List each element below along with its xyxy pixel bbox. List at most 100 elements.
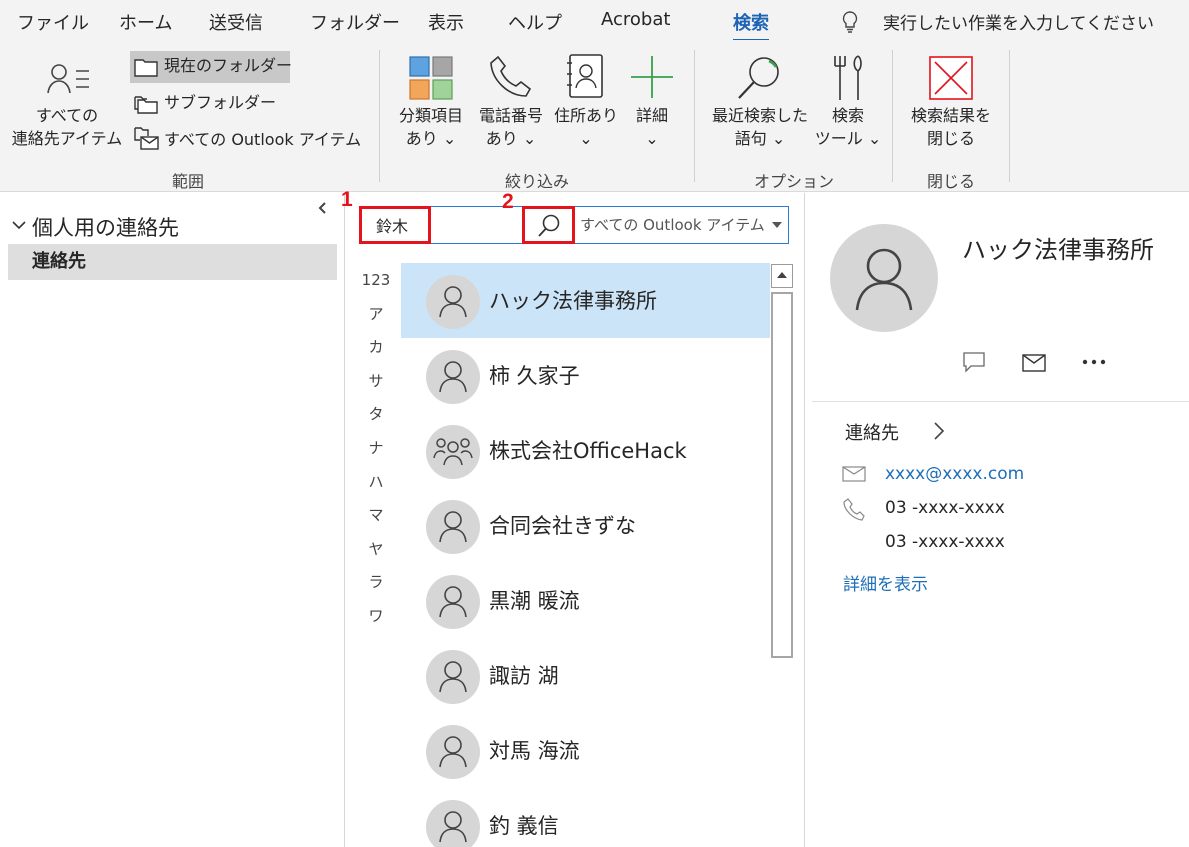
index-ha[interactable]: ハ (356, 470, 396, 504)
tab-file[interactable]: ファイル (17, 9, 89, 35)
tab-send-receive[interactable]: 送受信 (209, 9, 263, 35)
index-na[interactable]: ナ (356, 436, 396, 470)
all-contact-items-button[interactable]: すべての 連絡先アイテム (6, 58, 128, 158)
close-search-label-2: 閉じる (926, 129, 975, 148)
chevron-down-icon (12, 221, 26, 230)
index-ta[interactable]: タ (356, 402, 396, 436)
search-scope-dropdown[interactable]: すべての Outlook アイテム (580, 207, 788, 243)
tools-icon (834, 55, 862, 100)
search-bar: すべての Outlook アイテム (359, 206, 789, 244)
pane-divider (804, 193, 805, 847)
mail-icon[interactable] (1022, 354, 1046, 372)
has-address-button[interactable]: 住所あり ⌄ (550, 52, 622, 152)
collapse-pane-icon[interactable] (317, 201, 329, 215)
close-search-icon (929, 56, 973, 100)
tell-me-text: 実行したい作業を入力してください (883, 14, 1154, 34)
all-contacts-label-2: 連絡先アイテム (11, 129, 123, 148)
scope-current-label: 現在のフォルダー (164, 56, 293, 75)
folder-item-contacts[interactable]: 連絡先 (8, 244, 337, 280)
contact-row[interactable]: 諏訪 湖 (401, 638, 770, 713)
contact-list: ハック法律事務所 柿 久家子 株式会社OfficeHack 合同会社きずな 黒潮… (401, 263, 770, 847)
more-button[interactable]: 詳細 ⌄ (622, 52, 682, 152)
address-book-icon (567, 54, 603, 98)
all-contacts-label-1: すべての (35, 106, 99, 125)
contact-name: ハック法律事務所 (489, 289, 657, 313)
person-icon (426, 500, 480, 554)
scope-subfolders[interactable]: サブフォルダー (130, 88, 276, 120)
search-scope-value: すべての Outlook アイテム (580, 216, 765, 234)
has-address-label-2: ⌄ (579, 129, 593, 148)
tab-view[interactable]: 表示 (428, 9, 464, 35)
contact-row[interactable]: 対馬 海流 (401, 713, 770, 788)
my-contacts-label: 個人用の連絡先 (32, 216, 179, 240)
close-search-button[interactable]: 検索結果を 閉じる (902, 52, 1000, 152)
tab-search[interactable]: 検索 (733, 9, 769, 42)
tab-help[interactable]: ヘルプ (508, 9, 562, 35)
index-wa[interactable]: ワ (356, 604, 396, 638)
has-phone-button[interactable]: 電話番号 あり ⌄ (472, 52, 550, 152)
contact-list-icon (47, 64, 89, 94)
contact-row[interactable]: 黒潮 暖流 (401, 563, 770, 638)
scroll-up-arrow-icon[interactable] (771, 264, 793, 288)
search-tools-label-2: ツール ⌄ (814, 129, 882, 148)
index-ya[interactable]: ヤ (356, 537, 396, 571)
scroll-thumb[interactable] (771, 292, 793, 658)
contact-row[interactable]: 柿 久家子 (401, 338, 770, 413)
group-label-close: 閉じる (926, 172, 975, 191)
search-button[interactable] (524, 208, 574, 242)
contact-name: 合同会社きずな (489, 514, 636, 538)
contact-list-scrollbar[interactable] (770, 264, 794, 847)
contact-row[interactable]: 株式会社OfficeHack (401, 413, 770, 488)
scope-current-folder[interactable]: 現在のフォルダー (130, 51, 293, 83)
chevron-right-icon[interactable] (932, 421, 946, 441)
group-label-refine: 絞り込み (504, 172, 569, 191)
search-tools-button[interactable]: 検索 ツール ⌄ (814, 52, 882, 152)
contact-name: 株式会社OfficeHack (489, 439, 687, 463)
search-input[interactable] (360, 207, 523, 243)
email-icon (842, 466, 866, 482)
group-separator (892, 50, 893, 182)
recent-searches-label-1: 最近検索した (711, 106, 808, 125)
index-ma[interactable]: マ (356, 503, 396, 537)
group-separator (1009, 50, 1010, 182)
ribbon: すべての 連絡先アイテム 現在のフォルダー サブフォルダー すべての Outlo… (0, 40, 1189, 192)
has-address-label-1: 住所あり (553, 106, 618, 125)
more-label-1: 詳細 (635, 106, 668, 125)
group-icon (426, 425, 480, 479)
contact-name: 釣 義信 (489, 814, 559, 838)
more-options-icon[interactable] (1081, 358, 1107, 366)
recent-searches-button[interactable]: 最近検索した 語句 ⌄ (706, 52, 814, 152)
reading-pane-divider (812, 401, 1189, 402)
contact-title: ハック法律事務所 (962, 236, 1154, 264)
more-label-2: ⌄ (645, 129, 659, 148)
index-sa[interactable]: サ (356, 369, 396, 403)
categories-icon (409, 56, 453, 100)
contact-row[interactable]: ハック法律事務所 (401, 263, 770, 338)
contact-row[interactable]: 釣 義信 (401, 788, 770, 847)
contact-email-link[interactable]: xxxx@xxxx.com (885, 464, 1024, 484)
tab-folder[interactable]: フォルダー (310, 9, 400, 35)
folder-icon (134, 59, 158, 77)
person-icon (855, 248, 913, 311)
show-details-link[interactable]: 詳細を表示 (843, 570, 928, 595)
subfolder-icon (134, 96, 158, 114)
has-phone-label-1: 電話番号 (478, 106, 543, 125)
tab-acrobat[interactable]: Acrobat (601, 9, 670, 30)
person-icon (426, 350, 480, 404)
group-separator (379, 50, 380, 182)
index-ka[interactable]: カ (356, 335, 396, 369)
person-icon (426, 725, 480, 779)
has-phone-label-2: あり ⌄ (485, 129, 537, 148)
categorized-button[interactable]: 分類項目 あり ⌄ (392, 52, 470, 152)
index-ra[interactable]: ラ (356, 570, 396, 604)
tab-home[interactable]: ホーム (119, 9, 172, 35)
group-label-options: オプション (753, 172, 834, 191)
chat-icon[interactable] (962, 351, 986, 373)
contacts-section-header[interactable]: 連絡先 (845, 419, 899, 445)
close-search-label-1: 検索結果を (910, 106, 991, 125)
scope-all-label: すべての Outlook アイテム (164, 130, 362, 149)
index-123[interactable]: 123 (356, 268, 396, 302)
index-a[interactable]: ア (356, 302, 396, 336)
scope-all-outlook[interactable]: すべての Outlook アイテム (130, 125, 361, 157)
contact-row[interactable]: 合同会社きずな (401, 488, 770, 563)
